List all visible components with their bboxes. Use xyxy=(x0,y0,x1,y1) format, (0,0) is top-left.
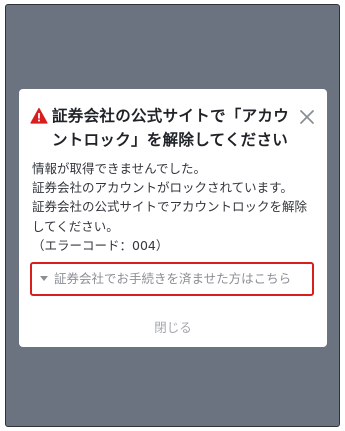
error-code: （エラーコード：004） xyxy=(32,237,169,253)
caret-down-icon xyxy=(40,276,48,281)
close-button[interactable]: 閉じる xyxy=(19,320,327,336)
completed-procedure-label: 証券会社でお手続きを済ませた方はこちら xyxy=(54,271,292,286)
message-line: してください。 xyxy=(32,218,119,234)
message-line: 情報が取得できませんでした。 xyxy=(32,161,207,176)
close-icon[interactable] xyxy=(297,107,317,127)
error-message: 情報が取得できませんでした。 証券会社のアカウントがロックされています。 証券会… xyxy=(32,159,322,255)
completed-procedure-toggle[interactable]: 証券会社でお手続きを済ませた方はこちら xyxy=(30,262,314,296)
message-line: 証券会社の公式サイトでアカウントロックを解除 xyxy=(32,199,308,215)
account-lock-dialog: 証券会社の公式サイトで「アカウントロック」を解除してください 情報が取得できませ… xyxy=(19,89,327,347)
modal-overlay: 証券会社の公式サイトで「アカウントロック」を解除してください 情報が取得できませ… xyxy=(5,4,340,427)
dialog-title: 証券会社の公式サイトで「アカウントロック」を解除してください xyxy=(52,107,290,149)
warning-icon xyxy=(30,107,48,124)
message-line: 証券会社のアカウントがロックされています。 xyxy=(32,180,293,196)
